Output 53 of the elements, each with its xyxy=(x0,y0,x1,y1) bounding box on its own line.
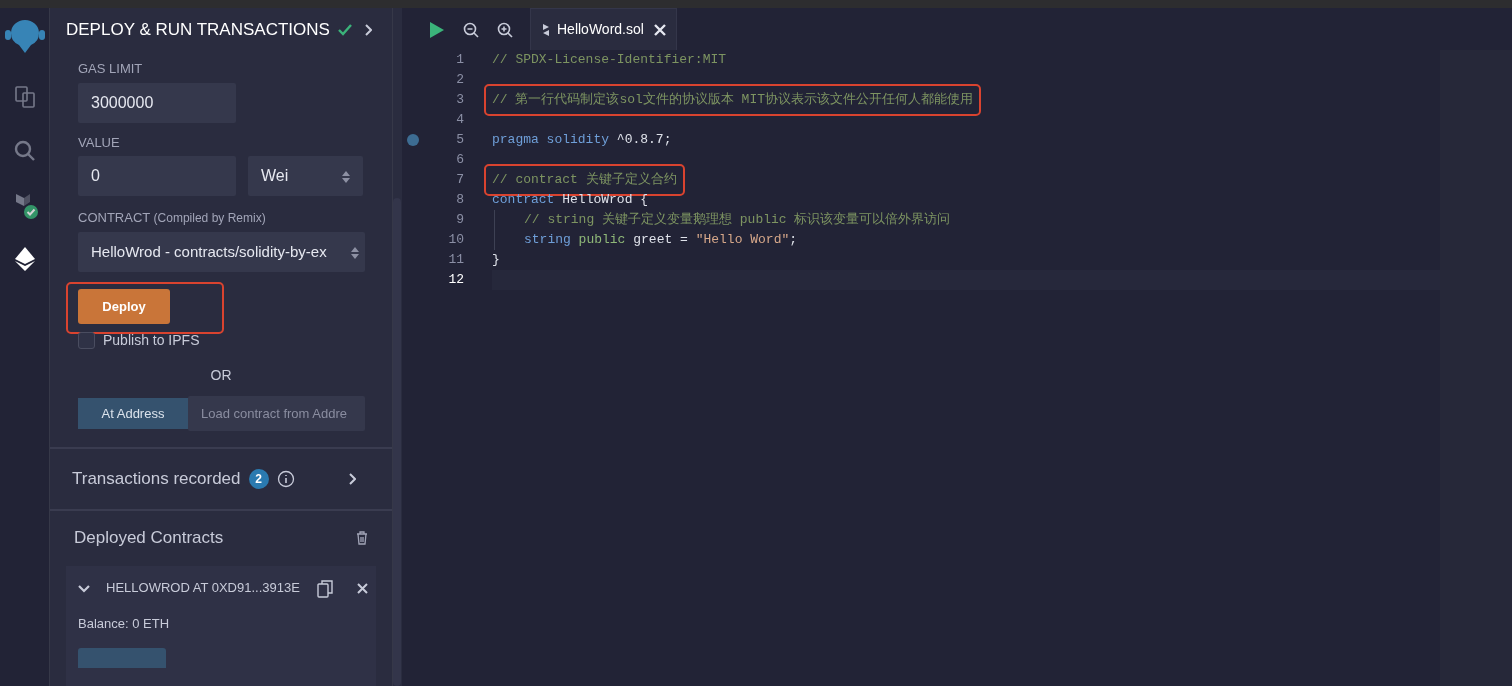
code-text: HelloWrod { xyxy=(561,191,649,209)
ethereum-icon[interactable] xyxy=(12,246,37,272)
or-label: OR xyxy=(209,365,233,385)
value-field[interactable]: 0 xyxy=(78,156,236,197)
scrollbar[interactable] xyxy=(393,198,401,686)
code-text: contract xyxy=(492,191,555,209)
breakpoint-dot[interactable] xyxy=(407,134,419,146)
logo-icon[interactable] xyxy=(4,20,45,53)
address-field[interactable]: Load contract from Addre xyxy=(188,395,365,431)
checkbox-label: Publish to IPFS xyxy=(103,330,200,350)
line-number: 11 xyxy=(447,251,465,269)
field-label: CONTRACT (Compiled by Remix) xyxy=(78,209,267,228)
code-text: pragma xyxy=(492,131,539,149)
code-text: solidity xyxy=(545,131,610,149)
section-title[interactable]: Transactions recorded xyxy=(72,465,241,492)
at-address-button[interactable]: At Address xyxy=(78,397,188,429)
line-number: 6 xyxy=(455,151,465,169)
code-text: public xyxy=(577,232,626,247)
line-number: 12 xyxy=(447,271,465,289)
field-label: VALUE xyxy=(78,133,121,152)
line-number: 5 xyxy=(402,130,492,150)
files-icon[interactable] xyxy=(12,85,37,109)
code-text: } xyxy=(492,251,500,269)
contract-select[interactable]: HelloWrod - contracts/solidity-by-ex xyxy=(78,231,365,272)
section-title: Deployed Contracts xyxy=(74,526,224,549)
line-number: 4 xyxy=(455,111,465,129)
code-comment: // 第一行代码制定该sol文件的协议版本 MIT协议表示该文件公开任何人都能使用 xyxy=(492,92,973,107)
contract-name: HELLOWROD AT 0XD91...3913E xyxy=(106,579,300,598)
gas-limit-field[interactable]: 3000000 xyxy=(78,82,236,123)
code-comment: // string 关键子定义变量鹅理想 public 标识该变量可以倍外界访问 xyxy=(524,212,951,227)
line-number: 2 xyxy=(455,71,465,89)
checkbox[interactable] xyxy=(78,331,95,349)
balance-text: Balance: 0 ETH xyxy=(78,615,171,633)
unit-select[interactable]: Wei xyxy=(248,156,363,197)
line-number: 3 xyxy=(455,91,465,109)
count-badge: 2 xyxy=(248,468,269,489)
line-number: 10 xyxy=(447,231,465,249)
line-number: 1 xyxy=(455,51,465,69)
search-icon[interactable] xyxy=(12,139,37,163)
line-number: 8 xyxy=(455,191,465,209)
file-tab[interactable]: HelloWord.sol xyxy=(530,8,677,50)
code-text: "Hello Word" xyxy=(695,232,790,247)
line-number: 7 xyxy=(455,171,465,189)
line-number: 9 xyxy=(455,211,465,229)
code-text: greet = xyxy=(632,232,689,247)
play-icon[interactable] xyxy=(429,21,445,39)
code-text: ^0.8.7; xyxy=(615,131,672,149)
code-comment: // SPDX-License-Identifier:MIT xyxy=(492,51,727,69)
code-comment: // contract 关键子定义合约 xyxy=(492,172,677,187)
code-text: ; xyxy=(789,232,798,247)
panel-title: DEPLOY & RUN TRANSACTIONS xyxy=(66,18,330,41)
field-label: GAS LIMIT xyxy=(78,60,144,79)
code-text: string xyxy=(524,232,571,247)
